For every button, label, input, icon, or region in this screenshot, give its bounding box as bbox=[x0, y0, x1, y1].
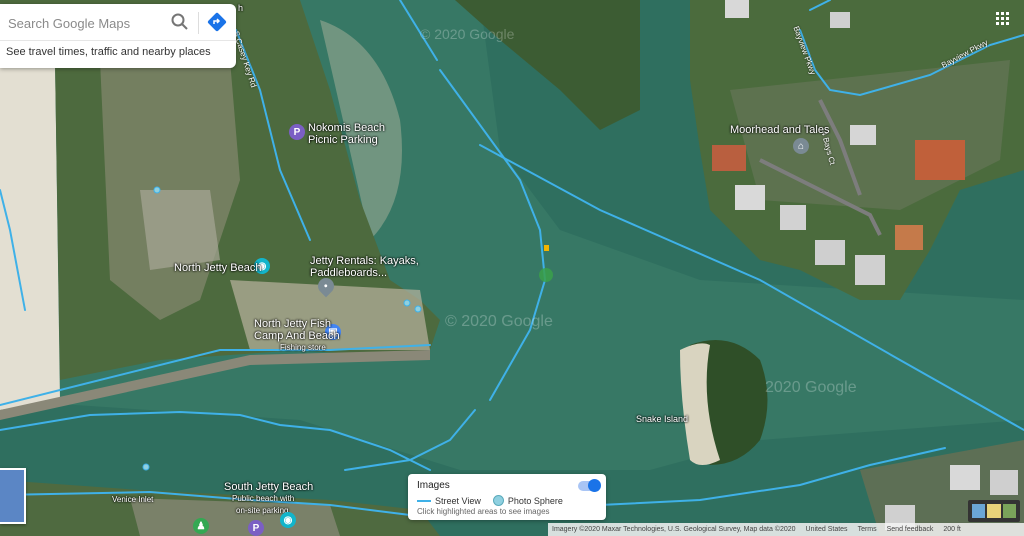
images-toggle[interactable] bbox=[578, 479, 601, 492]
images-legend: Images Street View Photo Sphere Click hi… bbox=[408, 474, 606, 520]
home-pin-icon[interactable]: ⌂ bbox=[793, 138, 809, 154]
watermark: © 2020 Google bbox=[445, 313, 553, 330]
layer-thumbnails[interactable] bbox=[968, 500, 1020, 522]
map-footer: Imagery ©2020 Maxar Technologies, U.S. G… bbox=[548, 523, 1024, 536]
feedback-link[interactable]: Send feedback bbox=[887, 526, 934, 533]
place-name: South Jetty Beach bbox=[224, 481, 314, 493]
divider bbox=[0, 40, 236, 41]
satellite-map[interactable] bbox=[0, 0, 1024, 536]
place-label-north-jetty-fish-camp[interactable]: North Jetty Fish Camp And Beach Fishing … bbox=[254, 318, 340, 354]
watermark: 2020 Google bbox=[765, 379, 857, 396]
search-panel: See travel times, traffic and nearby pla… bbox=[0, 4, 236, 68]
street-view-line-icon bbox=[417, 499, 431, 502]
place-label-jetty-rentals[interactable]: Jetty Rentals: Kayaks, Paddleboards... bbox=[310, 255, 419, 279]
search-icon[interactable] bbox=[170, 12, 190, 32]
parking-pin-icon[interactable]: P bbox=[248, 520, 264, 536]
apps-grid-icon[interactable] bbox=[996, 12, 1010, 26]
place-category: Fishing store bbox=[280, 343, 326, 352]
place-name: Nokomis Beach bbox=[308, 122, 386, 134]
map-type-toggle[interactable] bbox=[0, 468, 26, 524]
place-name: Picnic Parking bbox=[308, 134, 378, 146]
layer-thumb[interactable] bbox=[1002, 504, 1016, 518]
top-label: h bbox=[238, 3, 244, 13]
park-pin-icon[interactable]: ♟ bbox=[193, 518, 209, 534]
place-label-venice-inlet: Venice Inlet bbox=[112, 495, 154, 504]
photo-sphere-label: Photo Sphere bbox=[507, 495, 563, 506]
divider bbox=[198, 12, 199, 34]
scale-label[interactable]: 200 ft bbox=[943, 526, 961, 533]
place-name: North Jetty Fish bbox=[254, 318, 332, 330]
place-name: Jetty Rentals: Kayaks, bbox=[310, 255, 419, 267]
photo-sphere-dot-icon bbox=[492, 495, 504, 506]
place-label-north-jetty-beach[interactable]: North Jetty Beach bbox=[174, 262, 261, 274]
attribution-text: Imagery ©2020 Maxar Technologies, U.S. G… bbox=[552, 526, 796, 533]
place-description: on-site parking bbox=[236, 506, 289, 515]
place-label-snake-island[interactable]: Snake Island bbox=[636, 413, 688, 425]
layer-thumb[interactable] bbox=[972, 504, 986, 518]
layer-thumb[interactable] bbox=[987, 504, 1001, 518]
parking-pin-icon[interactable]: P bbox=[289, 124, 305, 140]
place-name: Camp And Beach bbox=[254, 330, 340, 342]
toggle-knob bbox=[588, 479, 601, 492]
place-name: Paddleboards... bbox=[310, 267, 388, 279]
place-label-nokomis[interactable]: Nokomis Beach Picnic Parking bbox=[308, 122, 385, 146]
place-label-moorhead[interactable]: Moorhead and Tales bbox=[730, 124, 829, 136]
watermark: © 2020 Google bbox=[420, 26, 515, 42]
search-input[interactable] bbox=[6, 10, 160, 36]
place-label-south-jetty-beach[interactable]: South Jetty Beach Public beach with on-s… bbox=[224, 481, 313, 517]
directions-icon[interactable] bbox=[207, 12, 227, 32]
street-view-label: Street View bbox=[435, 495, 481, 506]
travel-times-link[interactable]: See travel times, traffic and nearby pla… bbox=[6, 46, 211, 58]
legend-row: Street View Photo Sphere bbox=[417, 495, 563, 506]
legend-title: Images bbox=[417, 480, 450, 491]
place-description: Public beach with bbox=[232, 494, 295, 503]
country-link[interactable]: United States bbox=[806, 526, 848, 533]
terms-link[interactable]: Terms bbox=[858, 526, 877, 533]
legend-hint: Click highlighted areas to see images bbox=[417, 507, 550, 516]
beach-pin-icon[interactable]: ◉ bbox=[280, 512, 296, 528]
